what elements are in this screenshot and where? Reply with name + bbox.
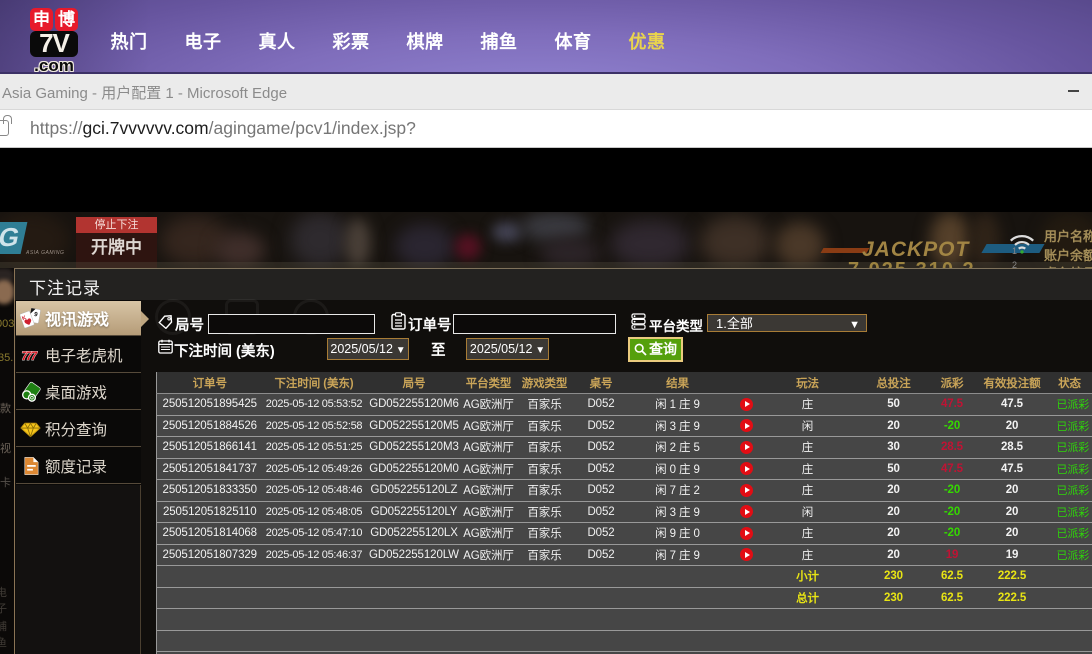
svg-text:777: 777 <box>20 348 38 362</box>
